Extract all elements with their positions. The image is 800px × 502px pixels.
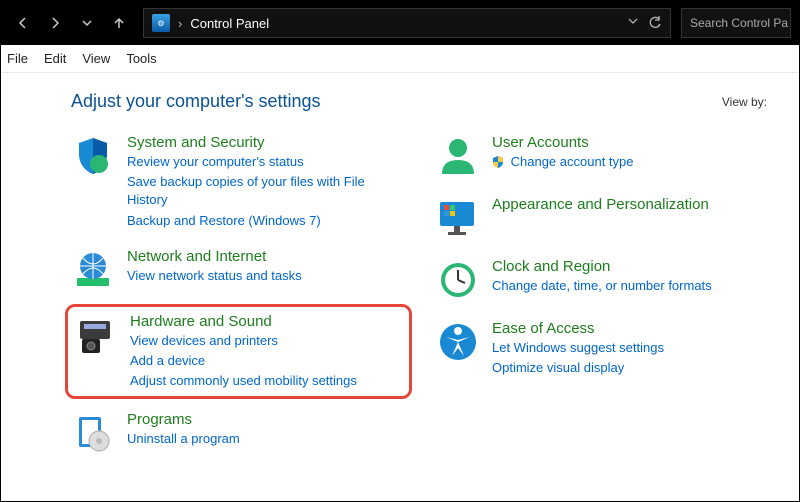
monitor-icon bbox=[436, 196, 480, 240]
category-hardware-sound: Hardware and Sound View devices and prin… bbox=[65, 304, 412, 400]
page-title: Adjust your computer's settings bbox=[71, 91, 321, 112]
category-link[interactable]: Change account type bbox=[492, 153, 634, 171]
menu-file[interactable]: File bbox=[7, 51, 28, 66]
programs-icon bbox=[71, 411, 115, 455]
history-dropdown[interactable] bbox=[73, 9, 101, 37]
category-clock-region: Clock and Region Change date, time, or n… bbox=[436, 258, 771, 302]
address-title: Control Panel bbox=[190, 16, 269, 31]
menu-edit[interactable]: Edit bbox=[44, 51, 66, 66]
category-link[interactable]: View devices and printers bbox=[130, 332, 357, 350]
category-link[interactable]: Backup and Restore (Windows 7) bbox=[127, 212, 406, 230]
shield-icon bbox=[71, 134, 115, 178]
category-title[interactable]: Ease of Access bbox=[492, 320, 664, 337]
breadcrumb-separator-icon: › bbox=[178, 16, 182, 31]
category-link[interactable]: Change date, time, or number formats bbox=[492, 277, 712, 295]
left-column: System and Security Review your computer… bbox=[71, 134, 406, 455]
category-link[interactable]: Optimize visual display bbox=[492, 359, 664, 377]
category-appearance-personalization: Appearance and Personalization bbox=[436, 196, 771, 240]
uac-shield-icon bbox=[492, 156, 504, 168]
view-by-label: View by: bbox=[722, 95, 767, 109]
menu-tools[interactable]: Tools bbox=[126, 51, 156, 66]
category-programs: Programs Uninstall a program bbox=[71, 411, 406, 455]
category-title[interactable]: Clock and Region bbox=[492, 258, 712, 275]
content: Adjust your computer's settings View by:… bbox=[1, 73, 799, 465]
category-link[interactable]: Adjust commonly used mobility settings bbox=[130, 372, 357, 390]
category-link[interactable]: Save backup copies of your files with Fi… bbox=[127, 173, 406, 209]
forward-button[interactable] bbox=[41, 9, 69, 37]
accessibility-icon bbox=[436, 320, 480, 364]
explorer-topbar: ⚙ › Control Panel Search Control Pa bbox=[1, 1, 799, 45]
category-title[interactable]: Programs bbox=[127, 411, 240, 428]
category-title[interactable]: Network and Internet bbox=[127, 248, 302, 265]
category-title[interactable]: User Accounts bbox=[492, 134, 634, 151]
clock-icon bbox=[436, 258, 480, 302]
up-button[interactable] bbox=[105, 9, 133, 37]
category-title[interactable]: Appearance and Personalization bbox=[492, 196, 709, 213]
category-network-internet: Network and Internet View network status… bbox=[71, 248, 406, 292]
category-ease-of-access: Ease of Access Let Windows suggest setti… bbox=[436, 320, 771, 377]
menubar: File Edit View Tools bbox=[1, 45, 799, 73]
address-bar[interactable]: ⚙ › Control Panel bbox=[143, 8, 671, 38]
menu-view[interactable]: View bbox=[82, 51, 110, 66]
user-icon bbox=[436, 134, 480, 178]
category-user-accounts: User Accounts Change account type bbox=[436, 134, 771, 178]
search-input[interactable]: Search Control Pa bbox=[681, 8, 791, 38]
category-system-security: System and Security Review your computer… bbox=[71, 134, 406, 230]
back-button[interactable] bbox=[9, 9, 37, 37]
address-dropdown-icon[interactable] bbox=[628, 16, 638, 30]
category-link[interactable]: Add a device bbox=[130, 352, 357, 370]
refresh-icon[interactable] bbox=[648, 16, 662, 30]
category-title[interactable]: System and Security bbox=[127, 134, 406, 151]
category-link[interactable]: Uninstall a program bbox=[127, 430, 240, 448]
category-link[interactable]: Review your computer's status bbox=[127, 153, 406, 171]
category-title[interactable]: Hardware and Sound bbox=[130, 313, 357, 330]
category-link[interactable]: View network status and tasks bbox=[127, 267, 302, 285]
printer-camera-icon bbox=[74, 313, 118, 357]
category-link[interactable]: Let Windows suggest settings bbox=[492, 339, 664, 357]
control-panel-icon: ⚙ bbox=[152, 14, 170, 32]
globe-icon bbox=[71, 248, 115, 292]
right-column: User Accounts Change account type Appear… bbox=[436, 134, 771, 455]
